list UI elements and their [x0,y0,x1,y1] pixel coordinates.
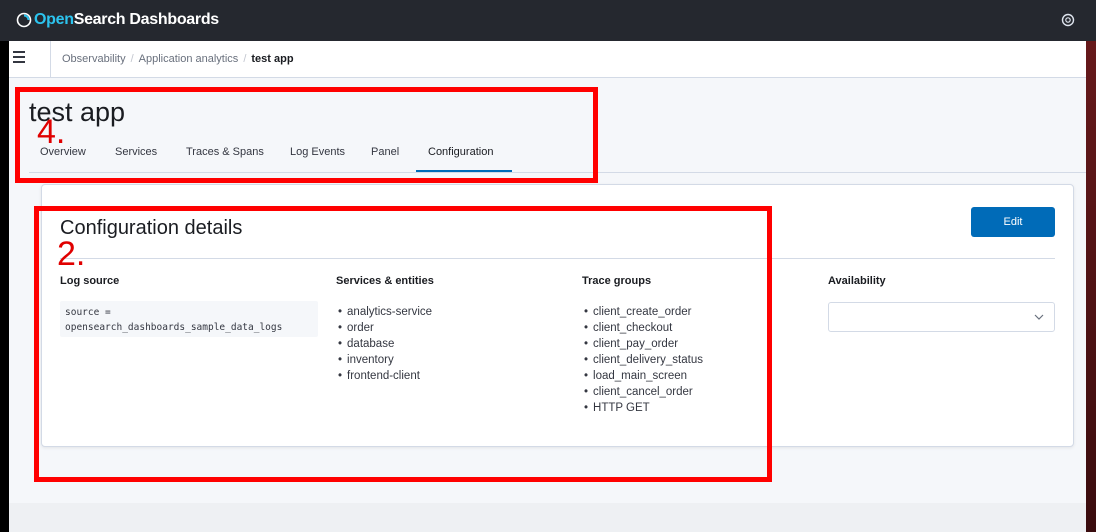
breadcrumb-separator: / [130,53,134,65]
availability-heading: Availability [828,275,886,287]
chevron-down-icon [1034,314,1044,320]
annotation-label-details: 2. [57,235,86,273]
breadcrumb: Observability / Application analytics / test… [62,53,294,65]
breadcrumb-bar: Observability / Application analytics / test… [9,41,1086,78]
breadcrumb-current: test app [251,53,294,65]
annotation-label-tabs: 4. [37,113,66,151]
breadcrumb-separator: / [243,53,247,65]
breadcrumb-application-analytics[interactable]: Application analytics [139,53,239,65]
top-header: OpenSearch Dashboards [0,0,1096,41]
annotation-box-details [34,206,772,482]
menu-toggle-button[interactable] [13,51,25,65]
brand-title[interactable]: OpenSearch Dashboards [34,11,219,29]
frame-edge-left [0,0,9,532]
availability-select[interactable] [828,302,1055,332]
edit-button[interactable]: Edit [971,207,1055,237]
annotation-box-tabs [15,87,598,183]
breadcrumb-observability[interactable]: Observability [62,53,126,65]
frame-edge-right [1086,0,1096,532]
bottom-area [9,503,1086,532]
hamburger-icon [13,51,25,53]
brand-suffix: Search Dashboards [73,11,219,28]
opensearch-logo-icon[interactable] [16,12,32,28]
help-icon[interactable] [1061,13,1075,27]
brand-prefix: Open [34,11,74,28]
divider [50,41,51,77]
